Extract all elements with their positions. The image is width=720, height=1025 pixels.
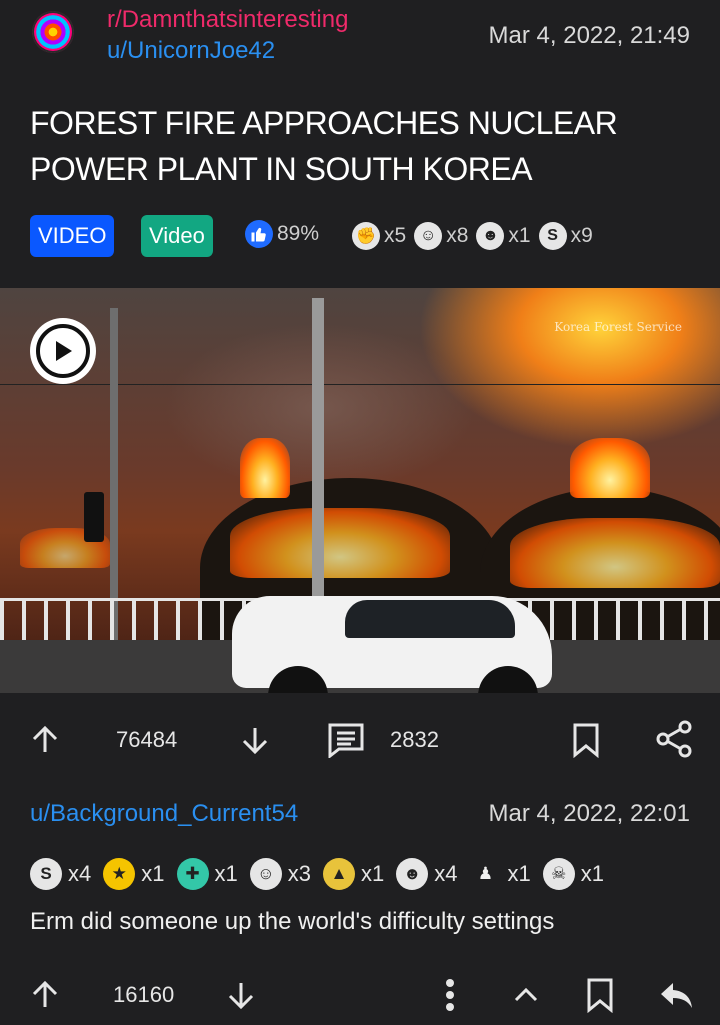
thumbs-up-icon	[245, 220, 273, 248]
comment-count: 2832	[390, 727, 439, 752]
award-count: x4	[434, 861, 458, 886]
bookmark-icon	[573, 723, 599, 758]
post-score: 76484	[116, 727, 178, 752]
share-icon	[656, 720, 692, 758]
goose-icon: ♟	[477, 864, 494, 883]
flame	[230, 508, 450, 578]
award-count: x3	[287, 861, 311, 886]
chevron-up-icon	[514, 987, 538, 1002]
flame	[240, 438, 290, 498]
downvote-button[interactable]	[238, 723, 272, 757]
arrow-down-icon	[242, 728, 268, 755]
upvote-button[interactable]	[28, 723, 62, 757]
post-awards[interactable]: ✊ x5 ☺ x8 ☻ x1 S x9	[352, 222, 601, 250]
award-count: x1	[141, 861, 165, 886]
award-count: x8	[446, 224, 469, 247]
utility-pole	[312, 298, 324, 608]
comment-author-link[interactable]: u/Background_Current54	[30, 800, 298, 828]
anime-face-icon: ☻	[476, 222, 505, 250]
snoo-face-icon: ☻	[396, 858, 429, 890]
award-count: x1	[214, 861, 238, 886]
smug-face-icon: ☺	[249, 858, 282, 890]
play-button[interactable]	[30, 318, 96, 384]
share-button[interactable]	[654, 719, 694, 759]
comment-body: Erm did someone up the world's difficult…	[30, 908, 555, 935]
save-button[interactable]	[570, 721, 602, 759]
comment-save-button[interactable]	[584, 976, 616, 1014]
comment-action-bar: 16160	[0, 970, 720, 1018]
strong-arm-icon: ✊	[352, 222, 380, 250]
more-options-button[interactable]	[436, 976, 464, 1014]
subreddit-link[interactable]: r/Damnthatsinteresting	[107, 6, 348, 34]
award-count: x1	[580, 861, 604, 886]
collapse-button[interactable]	[510, 980, 542, 1010]
comment-timestamp: Mar 4, 2022, 22:01	[488, 800, 690, 827]
traffic-light	[84, 492, 104, 542]
arrow-up-icon	[32, 980, 58, 1007]
comment-awards[interactable]: S x4 ★ x1 ✚ x1 ☺ x3 ▲ x1 ☻ x4 ♟ x1 ☠ x1	[30, 858, 616, 890]
skull-icon: ☠	[542, 858, 575, 890]
award-count: x1	[508, 224, 531, 247]
helpful-award-icon: ✚	[176, 858, 209, 890]
post-action-bar: 76484 2832	[0, 717, 720, 763]
award-count: x9	[570, 224, 593, 247]
silver-award-icon: S	[30, 858, 62, 890]
power-line	[0, 384, 720, 385]
traffic-light-pole	[110, 308, 118, 648]
post-author-link[interactable]: u/UnicornJoe42	[107, 37, 275, 65]
flair-video-primary[interactable]: VIDEO	[30, 215, 115, 257]
flame	[510, 518, 720, 588]
video-thumbnail[interactable]: Korea Forest Service	[0, 288, 720, 693]
reply-button[interactable]	[656, 978, 696, 1012]
video-watermark: Korea Forest Service	[554, 320, 682, 334]
comment-score: 16160	[113, 982, 175, 1007]
comments-button[interactable]	[326, 721, 366, 759]
star-wholesome-icon: ★	[103, 858, 136, 890]
post-title: FOREST FIRE APPROACHES NUCLEAR POWER PLA…	[30, 105, 618, 187]
award-count: x4	[68, 861, 92, 886]
upvote-ratio-value: 89%	[277, 222, 320, 245]
eye-pyramid-icon: ▲	[323, 858, 355, 890]
subreddit-avatar[interactable]	[32, 11, 74, 53]
award-count: x1	[507, 861, 531, 886]
more-vertical-icon	[446, 979, 454, 1011]
comment-icon	[328, 723, 364, 758]
smug-face-icon: ☺	[414, 222, 443, 250]
reply-icon	[661, 983, 692, 1008]
comment-upvote-button[interactable]	[28, 978, 62, 1012]
flair-video-secondary[interactable]: Video	[141, 215, 213, 257]
bookmark-icon	[587, 978, 613, 1013]
play-icon	[36, 324, 90, 378]
arrow-down-icon	[228, 983, 254, 1010]
award-count: x1	[361, 861, 385, 886]
comment-downvote-button[interactable]	[224, 978, 258, 1012]
car-window	[345, 600, 515, 638]
post-timestamp: Mar 4, 2022, 21:49	[488, 22, 690, 49]
silver-award-icon: S	[538, 222, 567, 250]
arrow-up-icon	[32, 725, 58, 752]
award-count: x5	[384, 224, 407, 247]
upvote-ratio: 89%	[245, 220, 319, 248]
flame	[570, 438, 650, 498]
